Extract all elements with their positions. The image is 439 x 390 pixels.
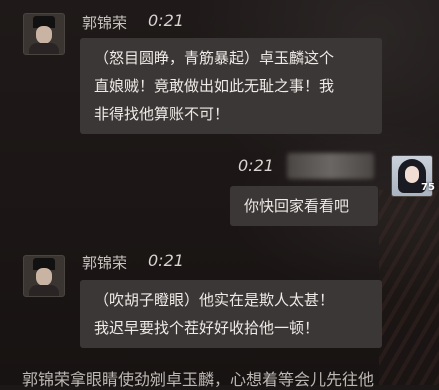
message-line: 你快回家看看吧 [244, 197, 350, 215]
background-scenery [379, 190, 439, 385]
npc-avatar[interactable] [23, 13, 65, 55]
npc-avatar[interactable] [23, 255, 65, 297]
message-line: （怒目圆睁，青筋暴起）卓玉麟这个 [94, 49, 335, 67]
narration-text: 郭锦荣拿眼睛使劲剜卓玉麟，心想着等会儿先往他 [22, 370, 375, 389]
player-level-badge: 75 [421, 182, 435, 193]
message-time: 0:21 [238, 156, 274, 175]
message-time: 0:21 [148, 11, 184, 30]
sender-name: 郭锦荣 [82, 254, 128, 272]
message-bubble: （怒目圆睁，青筋暴起）卓玉麟这个 直娘贼！竟敢做出如此无耻之事！我 非得找他算账… [80, 38, 382, 134]
sender-name: 郭锦荣 [82, 14, 128, 32]
message-line: （吹胡子瞪眼）他实在是欺人太甚！ [94, 291, 335, 309]
message-line: 我迟早要找个茬好好收拾他一顿！ [94, 319, 320, 337]
message-bubble: （吹胡子瞪眼）他实在是欺人太甚！ 我迟早要找个茬好好收拾他一顿！ [80, 280, 382, 348]
message-time: 0:21 [148, 251, 184, 270]
message-bubble: 你快回家看看吧 [230, 186, 378, 226]
message-line: 直娘贼！竟敢做出如此无耻之事！我 [94, 77, 335, 95]
message-line: 非得找他算账不可！ [94, 105, 230, 123]
player-name-blurred [287, 153, 374, 179]
